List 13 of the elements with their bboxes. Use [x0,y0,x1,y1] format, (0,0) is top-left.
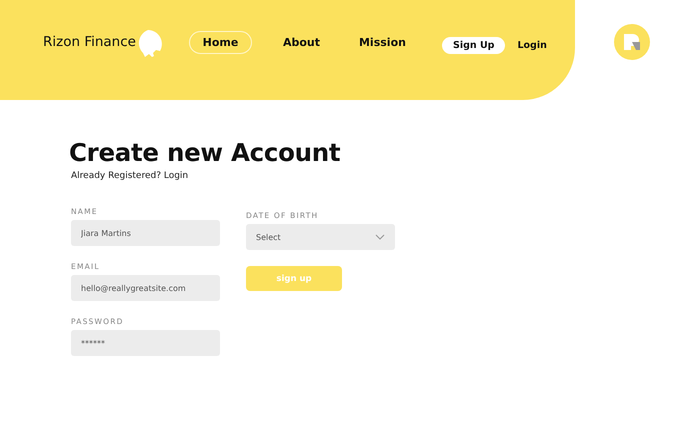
input-field[interactable]: ****** [71,330,220,356]
chevron-down-icon [375,234,385,240]
input-field[interactable]: hello@reallygreatsite.com [71,275,220,301]
app-logo-icon[interactable] [614,24,650,60]
nav-tab[interactable]: Mission [350,30,414,54]
page-title: Create new Account [69,138,340,168]
brand-name: Rizon Finance [43,34,136,50]
nav-tab[interactable]: About [270,30,333,54]
date-select[interactable]: Select [246,224,395,250]
login-prompt: Already Registered? Login [71,171,188,181]
login-link[interactable]: Login [517,40,547,50]
nav-tab[interactable]: Home [188,30,252,54]
sign-up-button[interactable]: Sign Up [442,36,506,54]
